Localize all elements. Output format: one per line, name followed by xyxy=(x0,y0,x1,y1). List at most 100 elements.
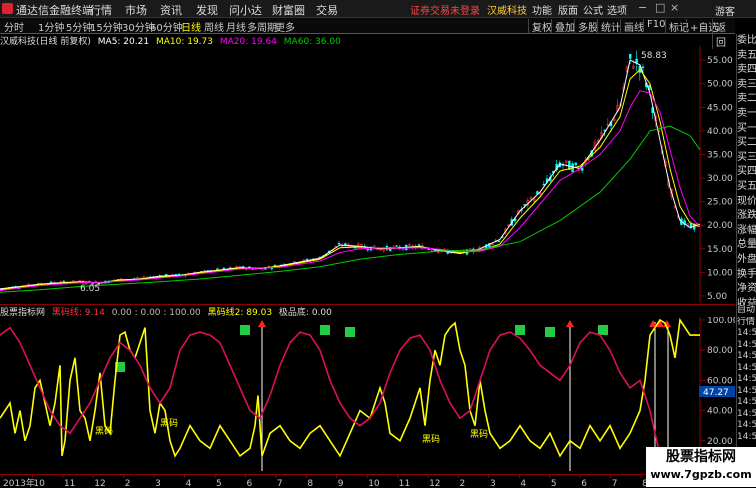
menu-gongneng[interactable]: 功能 xyxy=(532,2,552,17)
current-value-label: 47.27 xyxy=(703,388,729,398)
heima-line2 xyxy=(0,326,701,465)
menu-zixun[interactable]: 资讯 xyxy=(160,2,182,18)
tick-row: 14:5 xyxy=(737,362,756,373)
tick-hangqing[interactable]: 行情 xyxy=(737,317,756,329)
watermark-logo: 股票指标网 www.7gpzb.com xyxy=(646,447,756,487)
draw-line-button[interactable]: 画线 xyxy=(620,19,644,34)
tab-yuexian[interactable]: 月线 xyxy=(226,19,246,34)
menu-wenxiaoda[interactable]: 问小达 xyxy=(229,2,262,18)
ma-info-line: 汉威科技(日线 前复权) MA5: 20.21 MA10: 19.73 MA20… xyxy=(0,34,345,47)
tick-row: 14:5 xyxy=(737,431,756,442)
quote-volume: 总量 xyxy=(737,239,756,251)
tab-60min[interactable]: 60分钟 xyxy=(150,19,183,34)
quote-buy1: 买一 xyxy=(737,122,756,134)
y-tick-label: 30.00 xyxy=(707,174,733,184)
ma5-line xyxy=(0,59,701,290)
green-signal-block xyxy=(515,325,525,335)
tick-row: 14:5 xyxy=(737,408,756,419)
tab-fenshi[interactable]: 分时 xyxy=(4,19,24,34)
tick-row: 14:5 xyxy=(737,397,756,407)
tab-5min[interactable]: 5分钟 xyxy=(66,19,92,34)
quote-sell1: 卖一 xyxy=(737,107,756,119)
y-tick-label: 15.00 xyxy=(707,245,733,255)
guest-label[interactable]: 游客 xyxy=(715,3,735,18)
y-tick-label: 10.00 xyxy=(707,268,733,278)
candle-body xyxy=(395,245,398,247)
stats-button[interactable]: 统计 xyxy=(597,19,621,34)
y-tick-label: 45.00 xyxy=(707,103,733,113)
login-status[interactable]: 证券交易未登录 xyxy=(410,2,480,17)
candle-body xyxy=(427,248,430,250)
green-signal-block xyxy=(345,327,355,337)
app-logo-icon xyxy=(2,3,13,14)
tab-more[interactable]: 更多 xyxy=(275,19,295,34)
quote-outer: 外盘 xyxy=(737,253,756,265)
price-chart[interactable]: 55.00 50.00 45.00 40.00 35.00 30.00 25.00 20.00… xyxy=(0,46,735,303)
green-signal-block xyxy=(240,325,250,335)
y-tick-label: 55.00 xyxy=(707,56,733,66)
tick-row: 14:5 xyxy=(737,339,756,350)
menu-caifuquan[interactable]: 财富圈 xyxy=(272,2,305,18)
tick-auto[interactable]: 自动 xyxy=(737,305,756,317)
green-signal-block xyxy=(598,325,608,335)
title-bar: 通达信金融终端 行情 市场 资讯 发现 问小达 财富圈 交易 证券交易未登录 汉… xyxy=(0,0,756,18)
candle-body xyxy=(574,162,578,166)
overlay-button[interactable]: 叠加 xyxy=(551,19,575,34)
green-signal-block xyxy=(320,325,330,335)
ma10-line xyxy=(0,68,701,291)
candle-body xyxy=(628,53,632,59)
ind-y-tick-label: 60.00 xyxy=(707,376,733,386)
buy-annotation-3: 黑码 xyxy=(422,434,440,445)
menu-jiaoyi[interactable]: 交易 xyxy=(316,2,338,18)
candle-body xyxy=(497,240,501,243)
x-tick-label: 2013年 xyxy=(3,477,35,488)
candle-body xyxy=(366,248,370,251)
quote-sell2: 卖二 xyxy=(737,93,756,105)
candle-body xyxy=(337,242,341,245)
min-price-label: 6.05 xyxy=(80,284,100,294)
menu-banmian[interactable]: 版面 xyxy=(558,2,578,17)
quote-sell5: 卖五 xyxy=(737,49,756,61)
quote-sell4: 卖四 xyxy=(737,64,756,76)
ind-y-tick-label: 20.00 xyxy=(707,437,733,447)
minimize-button[interactable]: − xyxy=(638,1,647,14)
tick-row: 14:5 xyxy=(737,385,756,396)
y-tick-label: 25.00 xyxy=(707,198,733,208)
back-button[interactable]: 返回 xyxy=(712,19,735,49)
indicator-chart[interactable]: 100.00 80.00 60.00 40.00 20.00 黑码 黑码 黑码 黑码 4… xyxy=(0,317,735,474)
ind-y-tick-label: 100.00 xyxy=(707,317,735,326)
f10-button[interactable]: F10 xyxy=(643,19,665,30)
quote-sell3: 卖三 xyxy=(737,78,756,90)
ind-y-tick-label: 80.00 xyxy=(707,346,733,356)
candle-body xyxy=(270,267,274,270)
fuquan-button[interactable]: 复权 xyxy=(528,19,552,34)
tab-duozhouqi[interactable]: 多周期 xyxy=(247,19,277,34)
y-tick-label: 50.00 xyxy=(707,80,733,90)
tab-rixian[interactable]: 日线 xyxy=(181,19,201,34)
max-price-label: 58.83 xyxy=(641,51,667,61)
menu-gongshi[interactable]: 公式 xyxy=(583,2,603,17)
close-button[interactable]: × xyxy=(670,1,679,14)
candle-body xyxy=(468,248,472,250)
buy-annotation-4: 黑码 xyxy=(470,429,488,440)
multi-stock-button[interactable]: 多股 xyxy=(574,19,598,34)
tab-zhouxian[interactable]: 周线 xyxy=(204,19,224,34)
menu-hangqing[interactable]: 行情 xyxy=(90,2,112,18)
quote-change: 涨跌 xyxy=(737,210,756,222)
candle-body xyxy=(62,280,66,283)
quote-net-assets: 净资 xyxy=(737,283,756,295)
buy-annotation-1: 黑码 xyxy=(95,426,113,437)
y-tick-label: 40.00 xyxy=(707,127,733,137)
tab-1min[interactable]: 1分钟 xyxy=(38,19,64,34)
tab-15min[interactable]: 15分钟 xyxy=(90,19,123,34)
y-tick-label: 20.00 xyxy=(707,221,733,231)
menu-shichang[interactable]: 市场 xyxy=(125,2,147,18)
tick-row: 14:5 xyxy=(737,328,756,338)
y-tick-label: 5.00 xyxy=(707,292,727,302)
buy-arrow-icon xyxy=(566,320,574,327)
green-signal-block xyxy=(545,327,555,337)
menu-faxian[interactable]: 发现 xyxy=(196,2,218,18)
quote-turnover: 换手 xyxy=(737,268,756,280)
maximize-button[interactable]: □ xyxy=(655,1,665,14)
menu-xuanxiang[interactable]: 选项 xyxy=(607,2,627,17)
